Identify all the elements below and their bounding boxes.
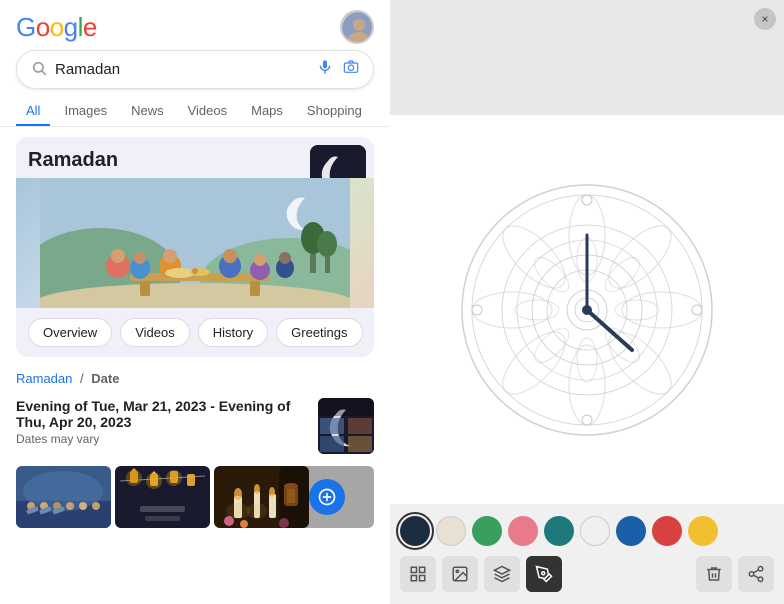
card-tab-overview[interactable]: Overview [28, 318, 112, 347]
color-swatch-row [400, 516, 774, 546]
tab-news[interactable]: News [121, 97, 174, 126]
tool-row [400, 556, 774, 592]
breadcrumb: Ramadan / Date [0, 367, 390, 392]
voice-search-icon[interactable] [317, 59, 333, 80]
ad-area: × [390, 0, 784, 115]
tab-shopping[interactable]: Shopping [297, 97, 372, 126]
date-text-block: Evening of Tue, Mar 21, 2023 - Evening o… [16, 398, 318, 446]
nav-tabs: All Images News Videos Maps Shopping [0, 97, 390, 127]
color-swatch-pink[interactable] [508, 516, 538, 546]
tool-grid-button[interactable] [400, 556, 436, 592]
breadcrumb-current: Date [91, 371, 119, 386]
more-circle [309, 479, 345, 515]
close-button[interactable]: × [754, 8, 776, 30]
tool-group-right [696, 556, 774, 592]
tool-draw-button[interactable] [526, 556, 562, 592]
tool-layers-button[interactable] [484, 556, 520, 592]
clock-svg [457, 180, 717, 440]
search-bar[interactable]: Ramadan [16, 50, 374, 89]
card-tab-greetings[interactable]: Greetings [276, 318, 362, 347]
date-thumbnail [318, 398, 374, 454]
card-tab-videos[interactable]: Videos [120, 318, 190, 347]
card-tabs: Overview Videos History Greetings [16, 308, 374, 357]
date-info: Evening of Tue, Mar 21, 2023 - Evening o… [0, 392, 390, 460]
google-logo: Google [16, 12, 97, 43]
left-panel: Google Ramadan [0, 0, 390, 604]
breadcrumb-separator: / [80, 371, 84, 386]
card-tab-history[interactable]: History [198, 318, 268, 347]
more-images-overlay[interactable] [279, 466, 374, 528]
breadcrumb-parent[interactable]: Ramadan [16, 371, 72, 386]
right-panel: × [390, 0, 784, 604]
tool-image-button[interactable] [442, 556, 478, 592]
color-swatch-yellow[interactable] [688, 516, 718, 546]
tab-maps[interactable]: Maps [241, 97, 293, 126]
image-strip [0, 460, 390, 534]
clock-area [390, 115, 784, 504]
tool-share-button[interactable] [738, 556, 774, 592]
color-swatch-cream[interactable] [436, 516, 466, 546]
strip-image-2[interactable] [115, 466, 210, 528]
avatar[interactable] [340, 10, 374, 44]
card-title: Ramadan [28, 149, 118, 172]
color-swatch-teal[interactable] [544, 516, 574, 546]
tool-trash-button[interactable] [696, 556, 732, 592]
camera-search-icon[interactable] [343, 59, 359, 80]
tab-images[interactable]: Images [54, 97, 117, 126]
color-swatch-red[interactable] [652, 516, 682, 546]
date-range: Evening of Tue, Mar 21, 2023 - Evening o… [16, 398, 318, 430]
date-note: Dates may vary [16, 432, 318, 446]
knowledge-card: Ramadan ⋮ [16, 137, 374, 357]
search-icon [31, 60, 47, 79]
strip-image-1[interactable] [16, 466, 111, 528]
card-illustration [16, 178, 374, 308]
color-swatch-white[interactable] [580, 516, 610, 546]
color-picker-area [390, 504, 784, 604]
color-swatch-green[interactable] [472, 516, 502, 546]
color-swatch-dark-blue[interactable] [400, 516, 430, 546]
tool-group-left [400, 556, 562, 592]
color-swatch-blue[interactable] [616, 516, 646, 546]
tab-videos[interactable]: Videos [178, 97, 238, 126]
google-header: Google [0, 0, 390, 50]
search-query: Ramadan [55, 61, 317, 78]
tab-all[interactable]: All [16, 97, 50, 126]
